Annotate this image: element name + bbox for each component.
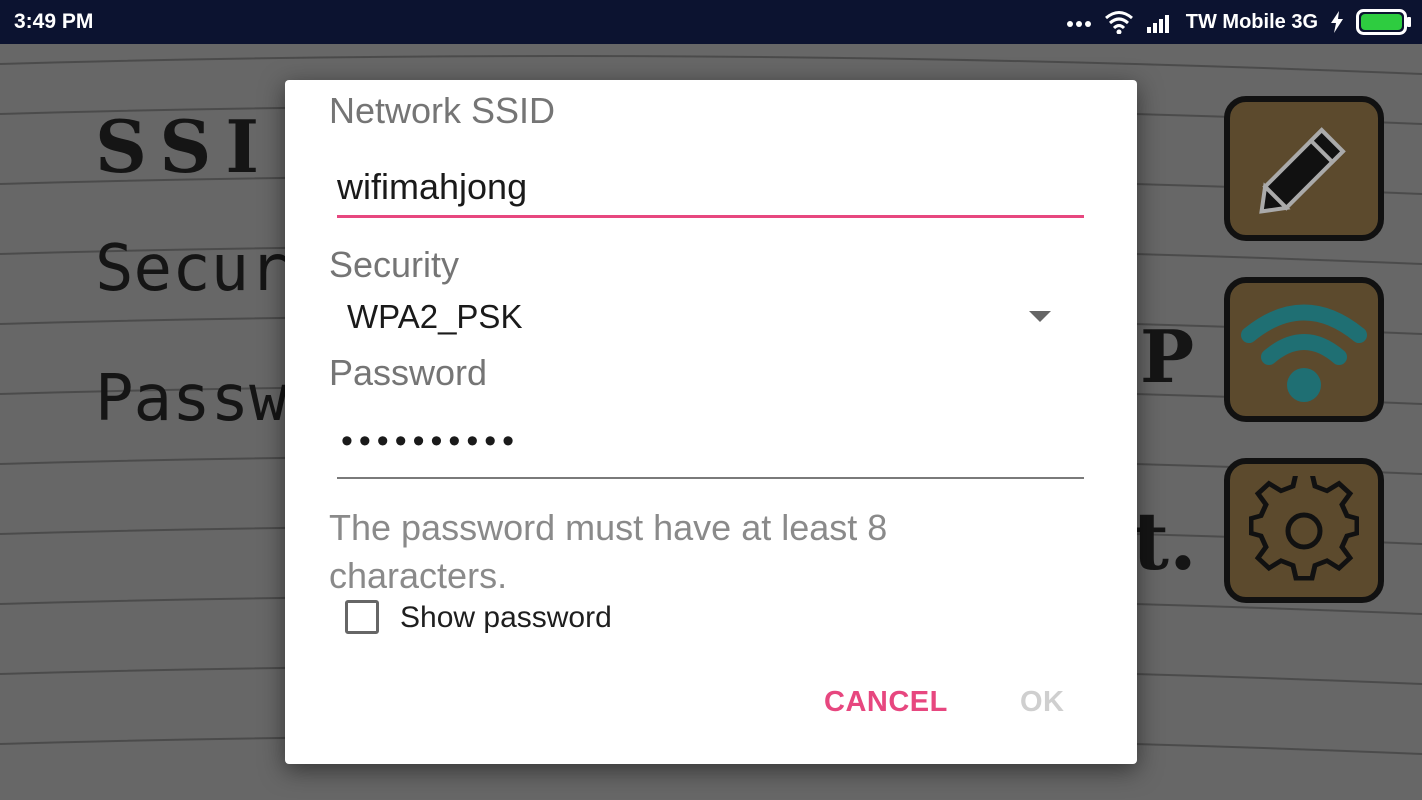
more-dots-icon	[1066, 21, 1091, 27]
dropdown-arrow-icon[interactable]	[1029, 311, 1051, 322]
security-select[interactable]: WPA2_PSK	[347, 298, 522, 336]
wifi-icon	[1241, 304, 1367, 402]
status-icons: TW Mobile 3G	[1066, 8, 1412, 36]
show-password-checkbox[interactable]	[345, 600, 379, 634]
status-bar: 3:49 PM TW Mobile 3G	[0, 0, 1422, 44]
settings-button[interactable]	[1224, 458, 1384, 603]
password-label: Password	[329, 352, 488, 393]
charging-bolt-icon	[1331, 11, 1343, 33]
gear-icon	[1249, 475, 1359, 581]
show-password-label[interactable]: Show password	[400, 601, 612, 635]
password-hint: The password must have at least 8 charac…	[329, 507, 888, 596]
cell-signal-icon	[1146, 15, 1169, 33]
ssid-input[interactable]: wifimahjong	[337, 166, 527, 208]
security-label: Security	[329, 244, 460, 285]
wifi-config-dialog: Network SSID wifimahjong Security WPA2_P…	[285, 80, 1137, 764]
password-input[interactable]: ••••••••••	[341, 422, 520, 461]
wifi-button[interactable]	[1224, 277, 1384, 422]
edit-button[interactable]	[1224, 96, 1384, 241]
ssid-label: Network SSID	[329, 90, 556, 131]
ok-button[interactable]: OK	[1020, 686, 1065, 719]
status-time: 3:49 PM	[14, 10, 94, 33]
bg-partial-glyph: P	[1140, 314, 1195, 399]
bg-partial-glyph-2: t.	[1132, 494, 1197, 588]
pencil-icon	[1259, 126, 1346, 214]
ssid-input-underline	[337, 215, 1084, 218]
password-input-underline	[337, 477, 1084, 479]
cancel-button[interactable]: CANCEL	[824, 686, 948, 719]
bg-label-ssid: SSI	[95, 104, 274, 189]
carrier-name: TW Mobile 3G	[1185, 10, 1318, 33]
wifi-signal-icon	[1104, 11, 1133, 34]
battery-icon	[1356, 9, 1411, 35]
